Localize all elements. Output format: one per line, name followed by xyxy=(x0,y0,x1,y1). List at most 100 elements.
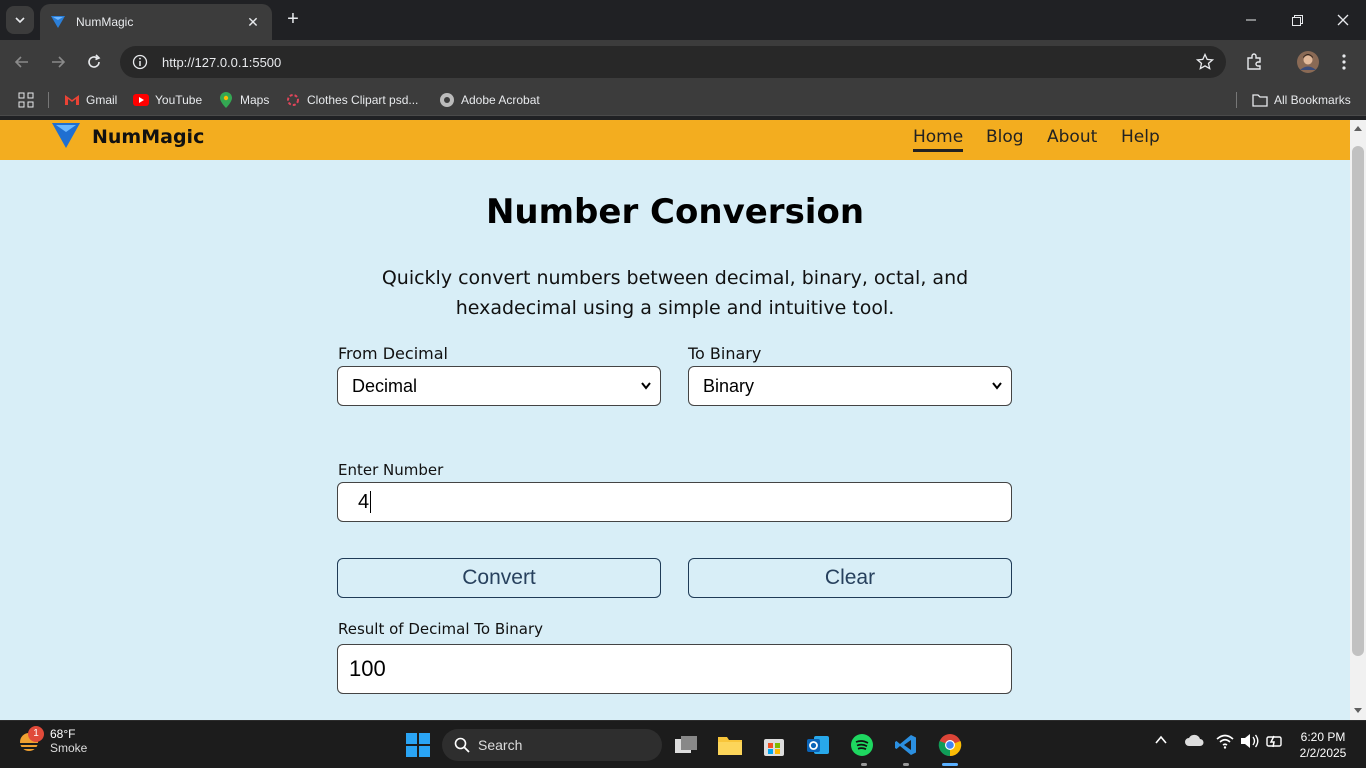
bookmark-label: Adobe Acrobat xyxy=(461,93,540,107)
battery-icon[interactable] xyxy=(1264,733,1284,754)
bookmarks-bar: Gmail YouTube Maps Clothes Clipart psd..… xyxy=(0,84,1366,116)
onedrive-icon[interactable] xyxy=(1184,733,1204,752)
page-scrollbar[interactable] xyxy=(1350,120,1366,720)
chrome-icon xyxy=(938,734,962,757)
restore-button[interactable] xyxy=(1274,0,1320,40)
bookmark-label: Gmail xyxy=(86,93,118,107)
back-arrow-icon xyxy=(14,56,28,68)
all-bookmarks-button[interactable]: All Bookmarks xyxy=(1252,84,1351,116)
active-indicator xyxy=(942,763,958,766)
outlook-icon xyxy=(807,736,829,754)
extensions-button[interactable] xyxy=(1240,48,1268,76)
bookmark-clothes-clipart[interactable]: Clothes Clipart psd... xyxy=(285,84,418,116)
task-view-icon xyxy=(675,736,697,753)
outlook-button[interactable] xyxy=(802,729,834,761)
site-navbar: NumMagic Home Blog About Help xyxy=(0,120,1350,160)
taskbar-search[interactable]: Search xyxy=(442,729,662,761)
browser-tab[interactable]: NumMagic ✕ xyxy=(40,4,272,40)
maps-icon xyxy=(218,92,234,108)
nummagic-logo-icon[interactable] xyxy=(52,122,80,148)
to-base-select[interactable]: Binary xyxy=(688,366,1012,406)
nav-help[interactable]: Help xyxy=(1121,127,1160,147)
weather-icon: 1 xyxy=(16,726,44,754)
convert-button[interactable]: Convert xyxy=(337,558,661,598)
tab-title: NumMagic xyxy=(76,15,134,29)
scrollbar-thumb[interactable] xyxy=(1352,146,1364,656)
wifi-icon[interactable] xyxy=(1216,733,1234,754)
to-label: To Binary xyxy=(688,344,762,363)
weather-condition: Smoke xyxy=(50,741,88,755)
bookmark-label: Maps xyxy=(240,93,270,107)
browser-tab-bar: NumMagic ✕ + xyxy=(0,0,1366,40)
spotify-button[interactable] xyxy=(846,729,878,761)
file-explorer-button[interactable] xyxy=(714,729,746,761)
microsoft-store-button[interactable] xyxy=(758,729,790,761)
close-icon xyxy=(1337,14,1349,26)
clock-date: 2/2/2025 xyxy=(1299,746,1347,760)
from-base-select[interactable]: Decimal xyxy=(337,366,661,406)
volume-icon[interactable] xyxy=(1240,733,1260,754)
chevron-down-icon xyxy=(992,382,1002,390)
bookmark-star-icon[interactable] xyxy=(1196,53,1214,71)
bookmarks-divider xyxy=(48,92,49,108)
minimize-icon xyxy=(1246,19,1256,21)
chrome-button[interactable] xyxy=(934,729,966,761)
apps-button[interactable] xyxy=(18,84,34,116)
clipart-icon xyxy=(285,92,301,108)
result-output[interactable]: 100 xyxy=(337,644,1012,694)
address-bar[interactable]: http://127.0.0.1:5500 xyxy=(120,46,1226,78)
bookmark-gmail[interactable]: Gmail xyxy=(64,84,117,116)
forward-button[interactable] xyxy=(44,48,72,76)
site-info-icon[interactable] xyxy=(132,54,148,70)
avatar-icon xyxy=(1297,51,1319,73)
task-view-button[interactable] xyxy=(670,729,702,761)
acrobat-icon xyxy=(439,92,455,108)
vscode-button[interactable] xyxy=(890,729,922,761)
show-hidden-icons-button[interactable] xyxy=(1155,733,1167,751)
windows-logo-icon xyxy=(406,733,430,757)
from-label: From Decimal xyxy=(338,344,448,363)
number-input[interactable]: 4 xyxy=(337,482,1012,522)
bookmark-maps[interactable]: Maps xyxy=(218,84,269,116)
page-title: Number Conversion xyxy=(485,192,865,232)
windows-taskbar: 1 68°F Smoke Search 6:20 PM 2/2/2025 xyxy=(0,720,1366,768)
browser-menu-button[interactable] xyxy=(1330,48,1358,76)
reload-button[interactable] xyxy=(80,48,108,76)
clear-button[interactable]: Clear xyxy=(688,558,1012,598)
gmail-icon xyxy=(64,92,80,108)
puzzle-icon xyxy=(1247,53,1261,70)
scroll-down-arrow[interactable] xyxy=(1354,708,1362,713)
profile-avatar[interactable] xyxy=(1294,48,1322,76)
nav-blog[interactable]: Blog xyxy=(986,127,1024,147)
more-vertical-icon xyxy=(1342,54,1346,70)
page-viewport: NumMagic Home Blog About Help Number Con… xyxy=(0,120,1350,720)
nummagic-favicon-icon xyxy=(51,16,65,28)
forward-arrow-icon xyxy=(52,56,66,68)
search-icon xyxy=(454,737,470,753)
to-select-value: Binary xyxy=(703,375,755,396)
nav-home[interactable]: Home xyxy=(913,127,964,152)
back-button[interactable] xyxy=(8,48,36,76)
nav-about[interactable]: About xyxy=(1047,127,1097,147)
bookmark-youtube[interactable]: YouTube xyxy=(133,84,202,116)
search-placeholder: Search xyxy=(478,737,523,753)
bookmark-adobe-acrobat[interactable]: Adobe Acrobat xyxy=(439,84,540,116)
scroll-up-arrow[interactable] xyxy=(1354,126,1362,131)
all-bookmarks-label: All Bookmarks xyxy=(1274,93,1351,107)
chevron-up-icon xyxy=(1155,735,1167,744)
site-brand[interactable]: NumMagic xyxy=(92,126,204,148)
weather-temp: 68°F xyxy=(50,727,76,741)
close-window-button[interactable] xyxy=(1320,0,1366,40)
chevron-down-icon xyxy=(641,382,651,390)
new-tab-button[interactable]: + xyxy=(282,9,304,31)
running-indicator xyxy=(903,763,909,766)
tab-search-button[interactable] xyxy=(6,6,34,34)
reload-icon xyxy=(88,54,101,68)
bookmark-label: Clothes Clipart psd... xyxy=(307,93,419,107)
weather-widget[interactable]: 1 68°F Smoke xyxy=(16,726,88,755)
start-button[interactable] xyxy=(402,729,434,761)
close-tab-icon[interactable]: ✕ xyxy=(244,14,262,31)
page-description: Quickly convert numbers between decimal,… xyxy=(381,267,969,319)
minimize-button[interactable] xyxy=(1228,0,1274,40)
taskbar-clock[interactable]: 6:20 PM 2/2/2025 xyxy=(1290,729,1356,761)
